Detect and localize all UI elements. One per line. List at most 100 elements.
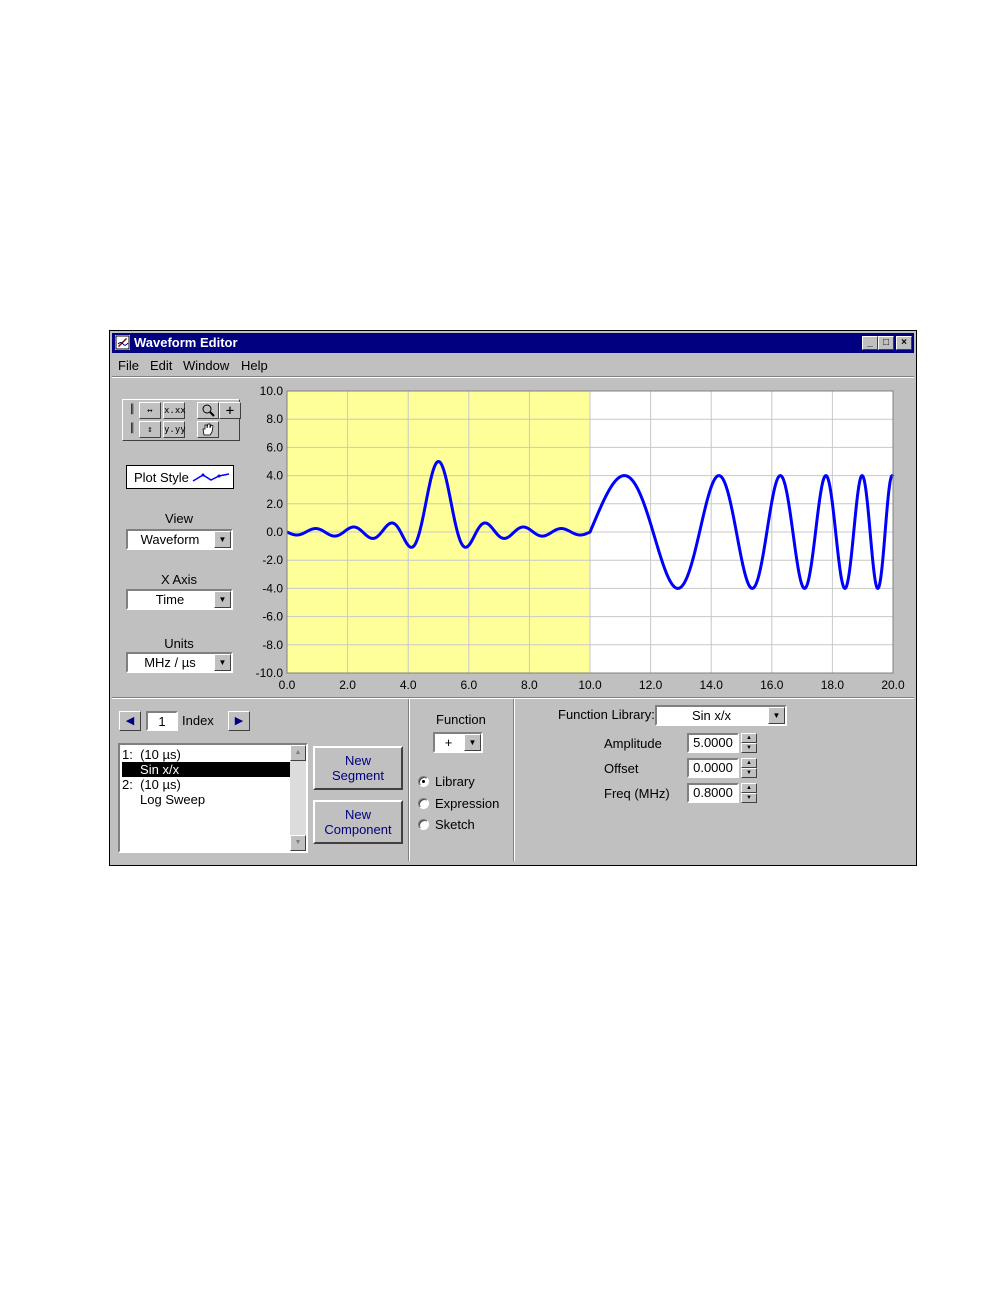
sketch-radio[interactable] xyxy=(418,819,429,830)
list-item-selected[interactable]: Sin x/x xyxy=(122,762,290,777)
new-segment-button[interactable]: New Segment xyxy=(313,746,403,790)
new-component-label-2: Component xyxy=(324,822,392,837)
function-operator-value: + xyxy=(444,735,453,750)
x-autoscale-icon[interactable]: ↔ xyxy=(139,402,161,419)
plot-style-legend[interactable]: Plot Style xyxy=(126,465,234,489)
menu-help[interactable]: Help xyxy=(241,358,268,373)
list-scrollbar[interactable]: ▲ ▼ xyxy=(290,745,306,851)
next-segment-button[interactable]: ▶ xyxy=(228,711,250,731)
x-tick-label: 2.0 xyxy=(339,678,356,692)
prev-segment-button[interactable]: ◀ xyxy=(119,711,141,731)
new-component-button[interactable]: New Component xyxy=(313,800,403,844)
waveform-graph[interactable]: 0.0 2.0 4.0 6.0 8.0 10.0 12.0 14.0 16.0 18.0 20.0 1… xyxy=(250,383,910,695)
x-axis-select[interactable]: Time ▼ xyxy=(126,589,233,610)
function-library-select[interactable]: Sin x/x ▼ xyxy=(655,705,787,726)
x-axis-label: X Axis xyxy=(160,572,198,587)
function-operator-select[interactable]: + ▼ xyxy=(433,732,483,753)
amplitude-label: Amplitude xyxy=(604,736,662,751)
y-tick-label: -10.0 xyxy=(256,666,284,680)
x-tick-label: 12.0 xyxy=(639,678,663,692)
sketch-radio-label[interactable]: Sketch xyxy=(435,817,475,832)
crosshair-icon[interactable]: + xyxy=(219,402,241,419)
x-tick-label: 6.0 xyxy=(460,678,477,692)
menu-file[interactable]: File xyxy=(118,358,139,373)
function-library-value: Sin x/x xyxy=(691,708,731,723)
zoom-icon[interactable] xyxy=(197,402,219,419)
pan-hand-icon[interactable] xyxy=(197,421,219,438)
new-segment-label-2: Segment xyxy=(331,768,385,783)
library-radio[interactable] xyxy=(418,776,429,787)
freq-field[interactable]: 0.8000 xyxy=(687,783,739,803)
new-component-label-1: New xyxy=(344,807,371,822)
y-tick-label: 2.0 xyxy=(266,497,283,511)
new-segment-label-1: New xyxy=(344,753,371,768)
units-value: MHz / µs xyxy=(144,655,196,670)
x-tick-label: 4.0 xyxy=(400,678,417,692)
function-label: Function xyxy=(436,712,486,727)
x-tick-label: 18.0 xyxy=(821,678,845,692)
arrow-right-icon: ▶ xyxy=(234,715,244,727)
view-label: View xyxy=(165,511,193,526)
close-icon: × xyxy=(901,337,907,348)
list-item[interactable]: Log Sweep xyxy=(122,792,290,807)
graph-tool-palette: ║ ↔ x.xx + ║ ↕ y.yy xyxy=(122,399,241,441)
segment-list[interactable]: 1: (10 µs) Sin x/x 2: (10 µs) Log Sweep … xyxy=(118,743,308,853)
list-item[interactable]: 1: (10 µs) xyxy=(122,747,290,762)
scroll-up-icon[interactable]: ▲ xyxy=(290,745,306,761)
chevron-down-icon[interactable]: ▼ xyxy=(214,591,231,608)
library-radio-label[interactable]: Library xyxy=(435,774,475,789)
y-tick-label: -2.0 xyxy=(262,553,283,567)
menu-window[interactable]: Window xyxy=(183,358,229,373)
scroll-down-icon[interactable]: ▼ xyxy=(290,835,306,851)
amplitude-field[interactable]: 5.0000 xyxy=(687,733,739,753)
minimize-button[interactable]: _ xyxy=(862,336,878,350)
step-up-icon[interactable]: ▲ xyxy=(741,783,757,793)
amplitude-stepper[interactable]: ▲ ▼ xyxy=(741,733,757,753)
chevron-down-icon[interactable]: ▼ xyxy=(214,654,231,671)
function-library-divider xyxy=(513,699,515,861)
arrow-left-icon: ◀ xyxy=(125,715,135,727)
index-field[interactable]: 1 xyxy=(146,711,178,731)
step-up-icon[interactable]: ▲ xyxy=(741,758,757,768)
x-format-icon[interactable]: x.xx xyxy=(163,402,186,419)
function-library-label: Function Library: xyxy=(558,707,655,722)
step-up-icon[interactable]: ▲ xyxy=(741,733,757,743)
maximize-button[interactable]: □ xyxy=(878,336,894,350)
x-tick-label: 8.0 xyxy=(521,678,538,692)
view-select[interactable]: Waveform ▼ xyxy=(126,529,233,550)
window-title: Waveform Editor xyxy=(134,335,238,350)
list-item[interactable]: 2: (10 µs) xyxy=(122,777,290,792)
units-select[interactable]: MHz / µs ▼ xyxy=(126,652,233,673)
chevron-down-icon[interactable]: ▼ xyxy=(214,531,231,548)
y-tick-label: 4.0 xyxy=(266,469,283,483)
title-bar[interactable]: Waveform Editor _ □ × xyxy=(112,333,914,353)
step-down-icon[interactable]: ▼ xyxy=(741,768,757,778)
close-button[interactable]: × xyxy=(896,336,912,350)
x-tick-label: 20.0 xyxy=(881,678,905,692)
maximize-icon: □ xyxy=(882,337,890,348)
chevron-down-icon[interactable]: ▼ xyxy=(768,707,785,724)
chevron-down-icon[interactable]: ▼ xyxy=(464,734,481,751)
offset-field[interactable]: 0.0000 xyxy=(687,758,739,778)
waveform-editor-window: Waveform Editor _ □ × File Edit Window H… xyxy=(109,330,917,866)
menu-edit[interactable]: Edit xyxy=(150,358,172,373)
x-axis-value: Time xyxy=(155,592,185,607)
freq-stepper[interactable]: ▲ ▼ xyxy=(741,783,757,803)
y-lock-icon[interactable]: ║ xyxy=(125,421,139,438)
x-tick-label: 14.0 xyxy=(700,678,724,692)
y-autoscale-icon[interactable]: ↕ xyxy=(139,421,161,438)
menu-bar: File Edit Window Help xyxy=(112,355,914,375)
step-down-icon[interactable]: ▼ xyxy=(741,743,757,753)
y-tick-label: 0.0 xyxy=(266,525,283,539)
y-format-icon[interactable]: y.yy xyxy=(163,421,186,438)
step-down-icon[interactable]: ▼ xyxy=(741,793,757,803)
y-tick-label: -6.0 xyxy=(262,610,283,624)
view-value: Waveform xyxy=(140,532,200,547)
expression-radio[interactable] xyxy=(418,798,429,809)
offset-label: Offset xyxy=(604,761,639,776)
segment-function-divider xyxy=(408,699,410,861)
offset-stepper[interactable]: ▲ ▼ xyxy=(741,758,757,778)
minimize-icon: _ xyxy=(867,337,873,348)
x-lock-icon[interactable]: ║ xyxy=(125,402,139,419)
expression-radio-label[interactable]: Expression xyxy=(435,796,499,811)
